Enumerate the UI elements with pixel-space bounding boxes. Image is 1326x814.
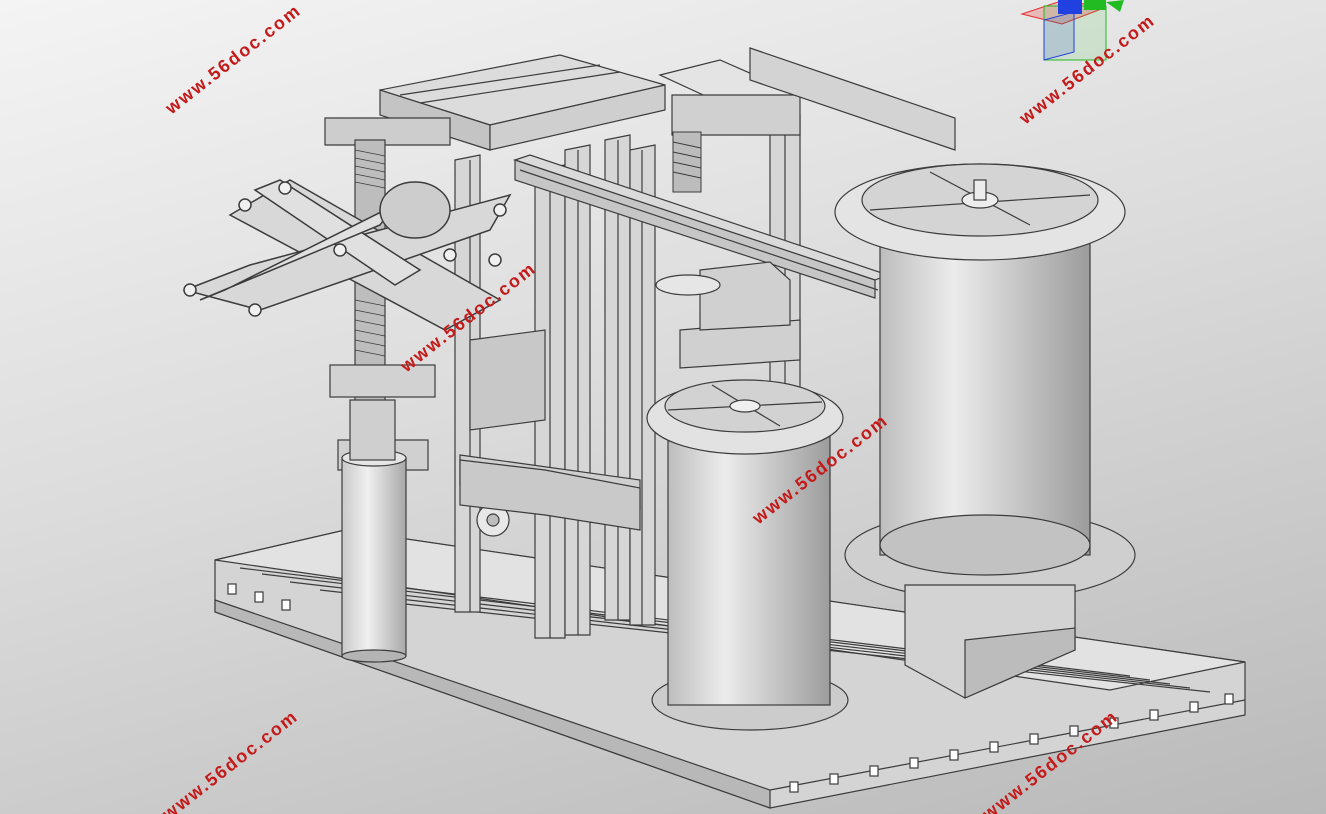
top-frame[interactable] (324, 47, 956, 151)
right-lead-screw[interactable] (672, 131, 702, 193)
drive-motor-cylinder[interactable] (341, 399, 407, 663)
3d-graphics-viewport[interactable]: www.56doc.com www.56doc.com www.56doc.co… (0, 0, 1326, 814)
small-wire-spool[interactable] (646, 379, 849, 731)
cad-assembly-model[interactable] (0, 0, 1326, 814)
